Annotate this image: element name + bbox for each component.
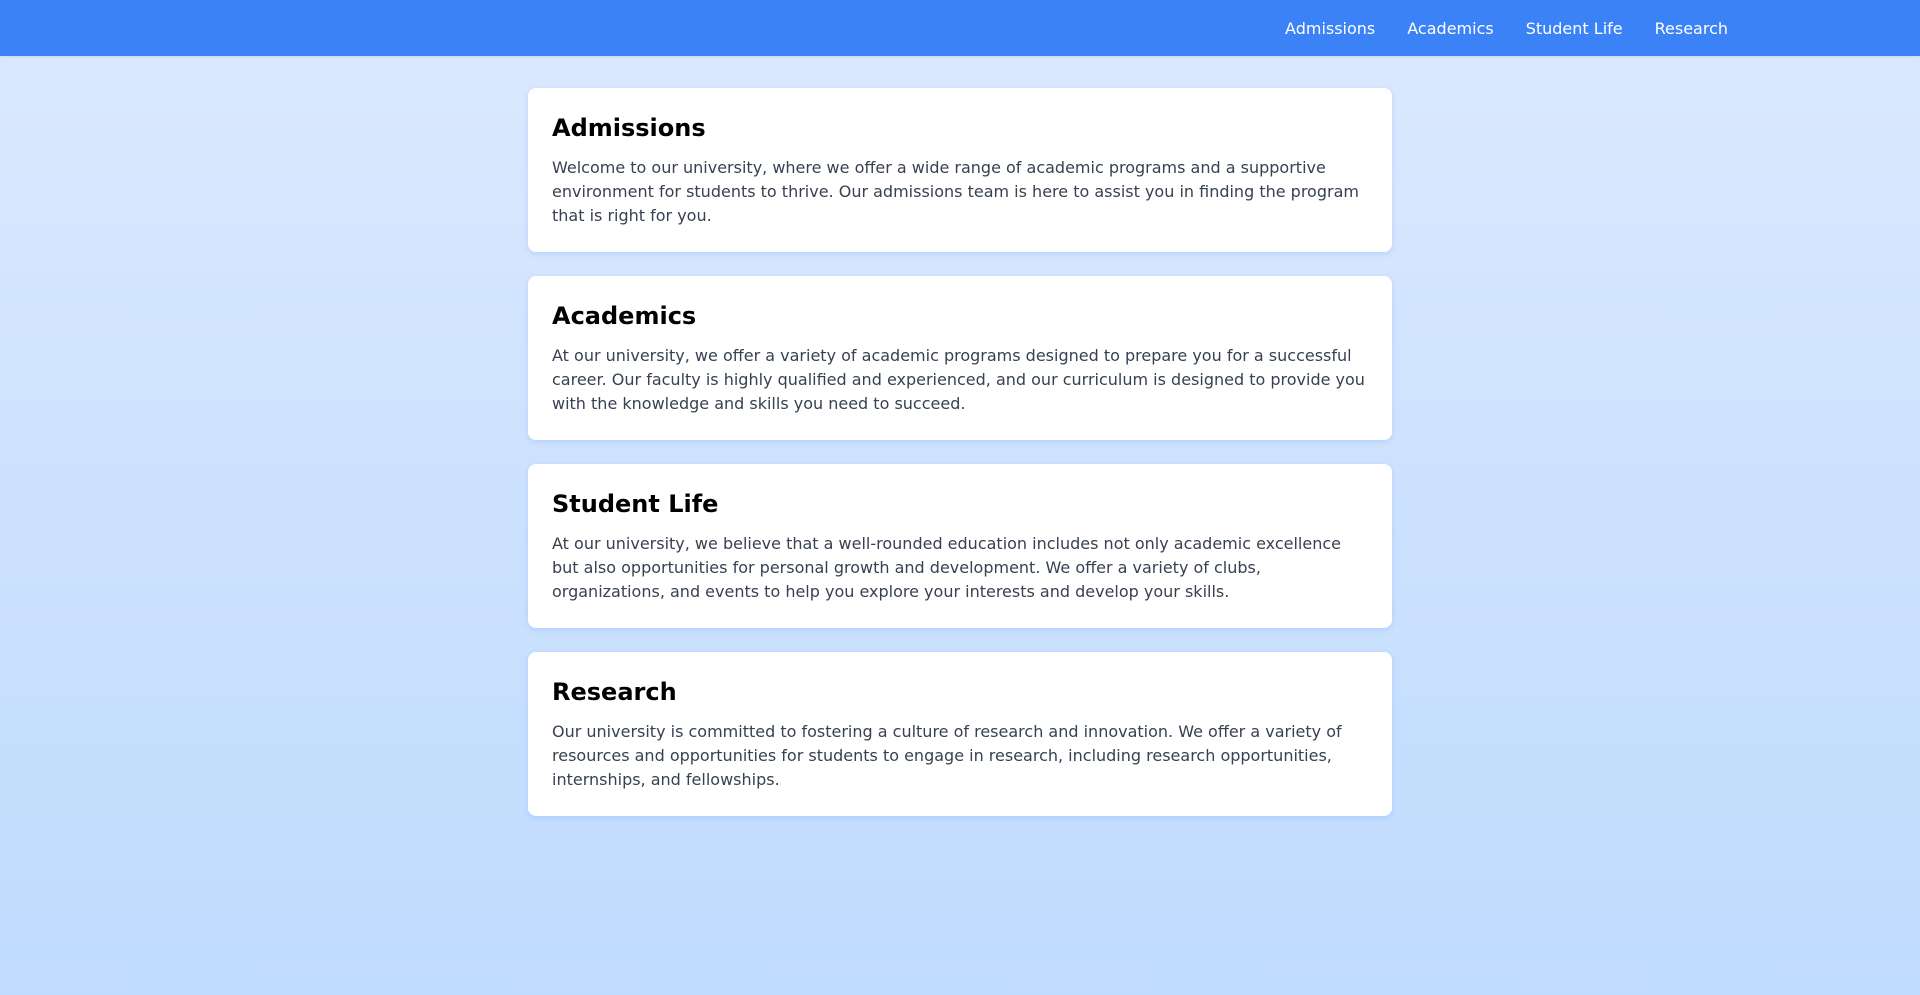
nav-link-admissions[interactable]: Admissions	[1285, 19, 1375, 38]
research-card: Research Our university is committed to …	[528, 652, 1392, 816]
academics-card: Academics At our university, we offer a …	[528, 276, 1392, 440]
student-life-text: At our university, we believe that a wel…	[552, 534, 1341, 601]
academics-title: Academics	[552, 302, 697, 330]
top-navbar: Admissions Academics Student Life Resear…	[0, 0, 1920, 56]
nav-link-research[interactable]: Research	[1655, 19, 1728, 38]
admissions-text: Welcome to our university, where we offe…	[552, 158, 1359, 225]
research-title: Research	[552, 678, 677, 706]
admissions-card: Admissions Welcome to our university, wh…	[528, 88, 1392, 252]
student-life-card: Student Life At our university, we belie…	[528, 464, 1392, 628]
research-text: Our university is committed to fostering…	[552, 722, 1342, 789]
nav-link-academics[interactable]: Academics	[1407, 19, 1493, 38]
nav-link-student-life[interactable]: Student Life	[1526, 19, 1623, 38]
main-nav: Admissions Academics Student Life Resear…	[1285, 0, 1728, 56]
student-life-title: Student Life	[552, 490, 719, 518]
academics-text: At our university, we offer a variety of…	[552, 346, 1365, 413]
main-content: Admissions Welcome to our university, wh…	[528, 88, 1392, 840]
admissions-title: Admissions	[552, 114, 706, 142]
